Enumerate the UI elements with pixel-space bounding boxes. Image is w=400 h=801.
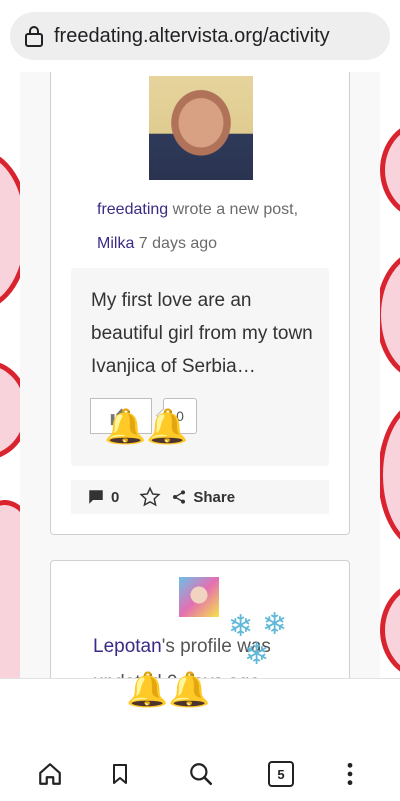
address-bar[interactable]: freedating.altervista.org/activity xyxy=(10,12,390,60)
tabs-button[interactable]: 5 xyxy=(266,759,296,789)
action-text: wrote a new post, xyxy=(172,201,299,218)
share-button[interactable]: Share xyxy=(171,489,235,506)
menu-button[interactable] xyxy=(335,759,365,789)
comment-icon xyxy=(89,490,103,504)
star-icon xyxy=(139,486,161,507)
post-title-link[interactable]: Milka xyxy=(97,235,134,252)
lock-icon xyxy=(25,26,43,47)
heart-decoration xyxy=(380,580,400,680)
home-button[interactable] xyxy=(35,759,65,789)
user-avatar[interactable] xyxy=(179,577,219,617)
bells-decoration: 🔔🔔 xyxy=(126,671,211,709)
comment-count: 0 xyxy=(111,488,120,506)
time-ago: 7 days ago xyxy=(138,235,218,252)
heart-decoration xyxy=(378,400,400,550)
search-button[interactable] xyxy=(186,759,216,789)
bookmark-icon xyxy=(113,764,127,784)
search-icon xyxy=(190,763,213,786)
snowflake-decoration: ❄ xyxy=(244,638,270,671)
more-vert-icon xyxy=(347,762,353,786)
browser-toolbar: freedating.altervista.org/activity xyxy=(0,0,400,72)
favorite-button[interactable] xyxy=(139,486,161,508)
comment-button[interactable]: 0 xyxy=(87,488,119,506)
activity-actions: 0 Share xyxy=(71,480,329,514)
home-icon xyxy=(39,763,61,785)
share-icon xyxy=(173,490,186,504)
url-text[interactable]: freedating.altervista.org/activity xyxy=(54,25,330,48)
tab-count: 5 xyxy=(268,761,294,787)
bells-decoration: 🔔🔔 xyxy=(104,408,189,446)
heart-decoration xyxy=(380,120,400,220)
snowflake-decoration: ❄ xyxy=(262,608,288,641)
share-label: Share xyxy=(193,488,236,506)
author-link[interactable]: freedating xyxy=(97,201,168,218)
bookmarks-button[interactable] xyxy=(105,759,135,789)
user-link[interactable]: Lepotan xyxy=(93,636,162,657)
activity-card: freedating wrote a new post, Milka 7 day… xyxy=(50,60,350,535)
activity-meta: freedating wrote a new post, Milka 7 day… xyxy=(97,193,327,261)
post-excerpt[interactable]: My first love are an beautiful girl from… xyxy=(91,284,321,383)
browser-bottom-nav: 🔔🔔 5 xyxy=(0,673,400,801)
user-avatar[interactable] xyxy=(149,76,253,180)
